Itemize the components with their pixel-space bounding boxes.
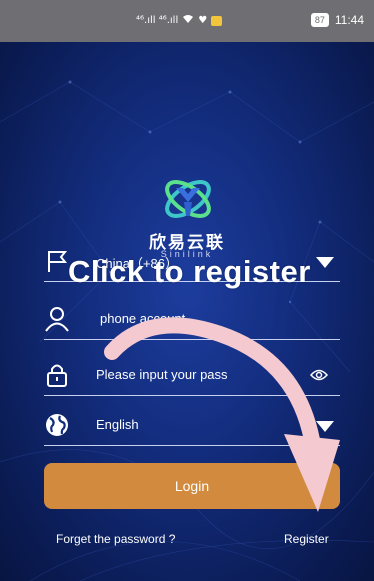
annotation-arrow [104, 317, 340, 512]
wifi-icon [182, 14, 194, 27]
status-icons: ⁴⁶.ıll ⁴⁶.ıll ♥ [136, 14, 223, 27]
login-screen: 欣易云联 Sinilink China（+86） phone account P… [0, 42, 374, 581]
app-notification-icon [211, 15, 223, 26]
status-bar: ⁴⁶.ıll ⁴⁶.ıll ♥ 87 11:44 [0, 0, 374, 42]
battery-indicator: 87 [310, 13, 329, 27]
heart-icon: ♥ [198, 15, 208, 26]
signal-icon: ⁴⁶.ıll ⁴⁶.ıll [136, 15, 179, 26]
status-time: 11:44 [334, 13, 364, 27]
